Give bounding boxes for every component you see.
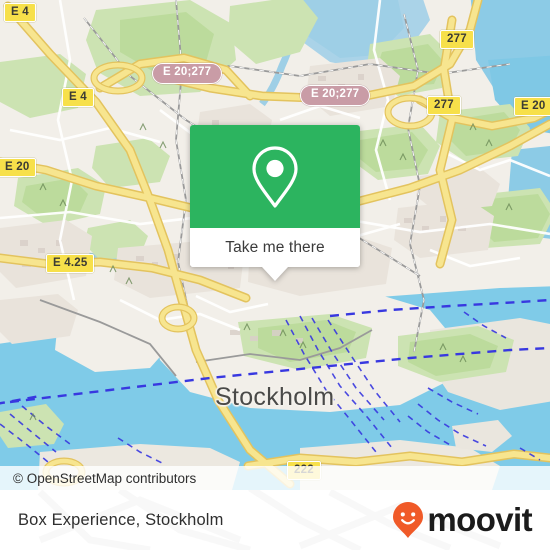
moovit-wordmark: moovit: [427, 500, 532, 538]
map-canvas[interactable]: Stockholm E 4 E 4 E 20 E 4.25 E 20;277 E…: [0, 0, 550, 490]
popup-body: Take me there: [190, 125, 360, 267]
road-shield-277-east: 277: [427, 96, 461, 115]
popup-tail: [262, 267, 288, 281]
popup-header: [190, 125, 360, 228]
take-me-there-label: Take me there: [225, 238, 325, 256]
osm-attribution-text: © OpenStreetMap contributors: [13, 470, 197, 486]
road-shield-e20-277-b: E 20;277: [300, 85, 371, 106]
place-title: Box Experience, Stockholm: [18, 510, 224, 529]
map-pin-icon: [252, 145, 298, 208]
road-shield-e20-west: E 20: [0, 158, 37, 177]
moovit-smiley-pin-icon: [393, 502, 424, 538]
screenshot-root: Stockholm E 4 E 4 E 20 E 4.25 E 20;277 E…: [0, 0, 550, 550]
popup-footer[interactable]: Take me there: [190, 228, 360, 267]
road-shield-e425: E 4.25: [46, 254, 95, 273]
road-shield-e20-east: E 20: [514, 97, 550, 116]
footer-bar: Box Experience, Stockholm moovit: [0, 490, 550, 550]
map-attribution-bar: © OpenStreetMap contributors: [0, 466, 550, 490]
road-shield-e4-west: E 4: [62, 88, 94, 107]
road-shield-277-north: 277: [440, 30, 474, 49]
location-popup-card[interactable]: Take me there: [190, 125, 360, 281]
road-shield-e4-north: E 4: [4, 3, 36, 22]
moovit-logo[interactable]: moovit: [392, 500, 533, 539]
road-shield-e20-277-a: E 20;277: [152, 63, 223, 84]
